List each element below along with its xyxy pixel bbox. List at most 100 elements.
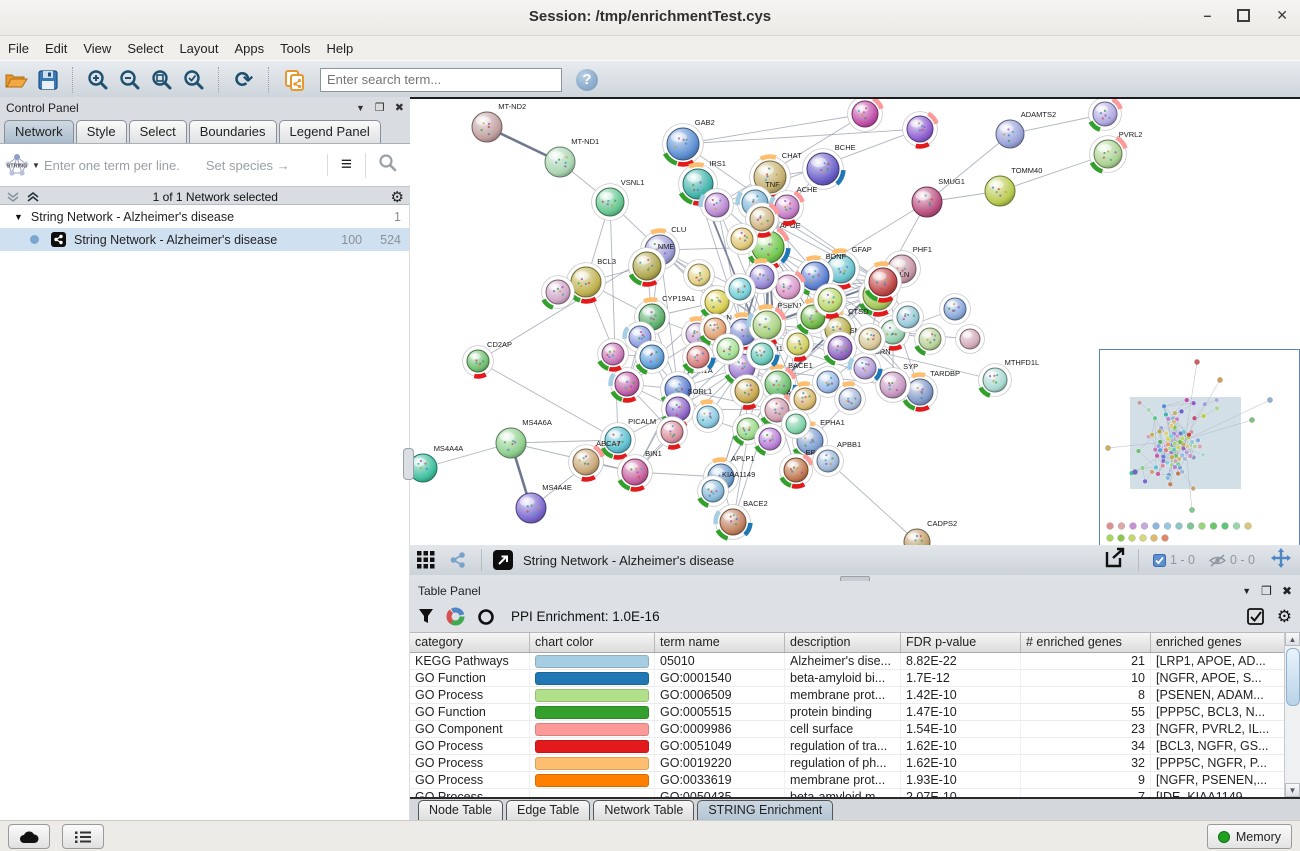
table-tab-edge-table[interactable]: Edge Table (506, 800, 590, 820)
cp-tab-legend-panel[interactable]: Legend Panel (279, 120, 381, 143)
network-node-cadps2[interactable]: CADPS2 (904, 519, 957, 545)
network-node-mthfd1l[interactable]: MTHFD1L (979, 358, 1040, 396)
app-launch-icon[interactable] (493, 550, 513, 570)
table-row[interactable]: GO ProcessGO:0006509membrane prot...1.42… (410, 687, 1285, 704)
table-panel-float-icon[interactable]: ❒ (1261, 584, 1272, 598)
table-row[interactable]: GO ProcessGO:0033619membrane prot...1.93… (410, 772, 1285, 789)
network-node[interactable] (903, 112, 938, 147)
maximize-button[interactable] (1237, 9, 1250, 22)
network-options-gear-icon[interactable]: ⚙ (391, 188, 404, 206)
close-button[interactable]: ✕ (1276, 7, 1288, 24)
menu-edit[interactable]: Edit (37, 38, 75, 59)
save-session-button[interactable] (32, 65, 64, 95)
table-row[interactable]: GO ComponentGO:0009986cell surface1.54E-… (410, 721, 1285, 738)
column-header-FDR-p-value[interactable]: FDR p-value (901, 633, 1021, 652)
string-logo[interactable]: STRING ▼ (0, 153, 44, 177)
zoom-fit-button[interactable] (146, 65, 178, 95)
select-all-checkbox-icon[interactable] (1247, 608, 1265, 626)
network-node[interactable] (693, 402, 724, 433)
string-options-icon[interactable]: ≡ (327, 154, 365, 176)
column-header-category[interactable]: category (410, 633, 530, 652)
network-node-tomm40[interactable]: TOMM40 (985, 166, 1042, 206)
network-node[interactable] (683, 342, 714, 373)
network-canvas[interactable]: MT-ND2MT-ND1VSNL1GAB2IRS1CHATBCHEADAMTS2… (410, 97, 1300, 548)
network-node-mt-nd1[interactable]: MT-ND1 (545, 137, 599, 177)
panel-splitter-handle[interactable] (403, 448, 414, 480)
network-node-vsnl1[interactable]: VSNL1 (592, 178, 645, 220)
network-node[interactable] (940, 294, 971, 325)
network-row-selected[interactable]: String Network - Alzheimer's disease 100… (0, 228, 409, 251)
pan-tool-icon[interactable] (1270, 547, 1292, 574)
network-node-pvrl2[interactable]: PVRL2 (1090, 130, 1143, 172)
cloud-tasks-button[interactable] (8, 824, 50, 849)
table-row[interactable]: KEGG Pathways05010Alzheimer's dise...8.8… (410, 653, 1285, 670)
network-node[interactable] (755, 424, 786, 455)
network-node[interactable] (657, 417, 688, 448)
filter-icon[interactable] (418, 608, 434, 625)
scroll-down-arrow[interactable]: ▼ (1285, 783, 1300, 797)
cp-tab-style[interactable]: Style (76, 120, 127, 143)
help-icon[interactable]: ? (576, 69, 598, 91)
network-node[interactable] (956, 325, 985, 354)
network-node[interactable] (684, 260, 715, 291)
network-node-cd2ap[interactable]: CD2AP (463, 340, 512, 376)
table-row[interactable]: GO ProcessGO:0050435beta-amyloid m...2.0… (410, 789, 1285, 797)
panel-float-icon[interactable]: ❒ (375, 101, 385, 114)
menu-select[interactable]: Select (119, 38, 171, 59)
export-network-icon[interactable] (1103, 546, 1127, 575)
column-header-enriched-genes[interactable]: enriched genes (1151, 633, 1285, 652)
enrichment-table[interactable]: categorychart colorterm namedescriptionF… (410, 632, 1285, 797)
network-node[interactable] (725, 274, 756, 305)
ring-chart-icon[interactable] (477, 608, 495, 626)
network-node-ms4a4a[interactable]: MS4A4A (410, 444, 463, 482)
open-session-button[interactable] (0, 65, 32, 95)
network-node[interactable] (814, 284, 847, 317)
cp-tab-boundaries[interactable]: Boundaries (189, 120, 277, 143)
network-node[interactable] (713, 334, 744, 365)
panel-menu-icon[interactable]: ▼ (356, 103, 365, 113)
menu-help[interactable]: Help (319, 38, 362, 59)
table-tab-node-table[interactable]: Node Table (418, 800, 503, 820)
collapse-all-icon[interactable] (6, 191, 20, 203)
species-hint[interactable]: Set species → (206, 158, 290, 173)
network-node-smug1[interactable]: SMUG1 (912, 177, 965, 217)
network-node-gab2[interactable]: GAB2 (663, 118, 715, 164)
network-node[interactable] (855, 324, 886, 355)
network-node-adamts2[interactable]: ADAMTS2 (996, 110, 1056, 148)
network-node[interactable] (893, 302, 924, 333)
share-view-icon[interactable] (442, 545, 474, 575)
grid-mode-icon[interactable] (410, 545, 442, 575)
network-node[interactable] (835, 384, 866, 415)
minimize-button[interactable]: – (1203, 7, 1211, 24)
network-node[interactable] (727, 224, 758, 255)
menu-tools[interactable]: Tools (272, 38, 318, 59)
menu-file[interactable]: File (0, 38, 37, 59)
table-settings-gear-icon[interactable]: ⚙ (1277, 607, 1292, 627)
table-row[interactable]: GO ProcessGO:0019220regulation of ph...1… (410, 755, 1285, 772)
column-header-description[interactable]: description (785, 633, 901, 652)
network-node-ms4a6a[interactable]: MS4A6A (496, 418, 552, 458)
network-node[interactable] (848, 99, 883, 131)
table-vertical-scrollbar[interactable]: ▲ ▼ (1284, 632, 1300, 797)
network-node-bace2[interactable]: BACE2 (716, 499, 768, 539)
column-header-term-name[interactable]: term name (655, 633, 785, 652)
table-tab-string-enrichment[interactable]: STRING Enrichment (697, 800, 833, 820)
network-node[interactable] (782, 410, 811, 439)
string-query-placeholder[interactable]: Enter one term per line. (44, 158, 180, 173)
column-header-chart-color[interactable]: chart color (530, 633, 655, 652)
table-panel-menu-icon[interactable]: ▼ (1242, 586, 1251, 596)
network-node-tardbp[interactable]: TARDBP (903, 369, 960, 409)
menu-view[interactable]: View (75, 38, 119, 59)
network-node[interactable] (598, 339, 629, 370)
network-node[interactable] (915, 324, 946, 355)
birdseye-view[interactable] (1099, 349, 1300, 548)
collapse-triangle-icon[interactable]: ▼ (14, 212, 23, 222)
network-node[interactable] (865, 264, 902, 301)
column-header--enriched-genes[interactable]: # enriched genes (1021, 633, 1151, 652)
network-node-mt-nd2[interactable]: MT-ND2 (472, 102, 526, 142)
search-input[interactable] (320, 68, 562, 92)
network-collection-row[interactable]: ▼ String Network - Alzheimer's disease 1 (0, 205, 409, 228)
network-node[interactable] (1089, 99, 1122, 130)
task-history-button[interactable] (62, 824, 104, 849)
zoom-in-button[interactable] (82, 65, 114, 95)
